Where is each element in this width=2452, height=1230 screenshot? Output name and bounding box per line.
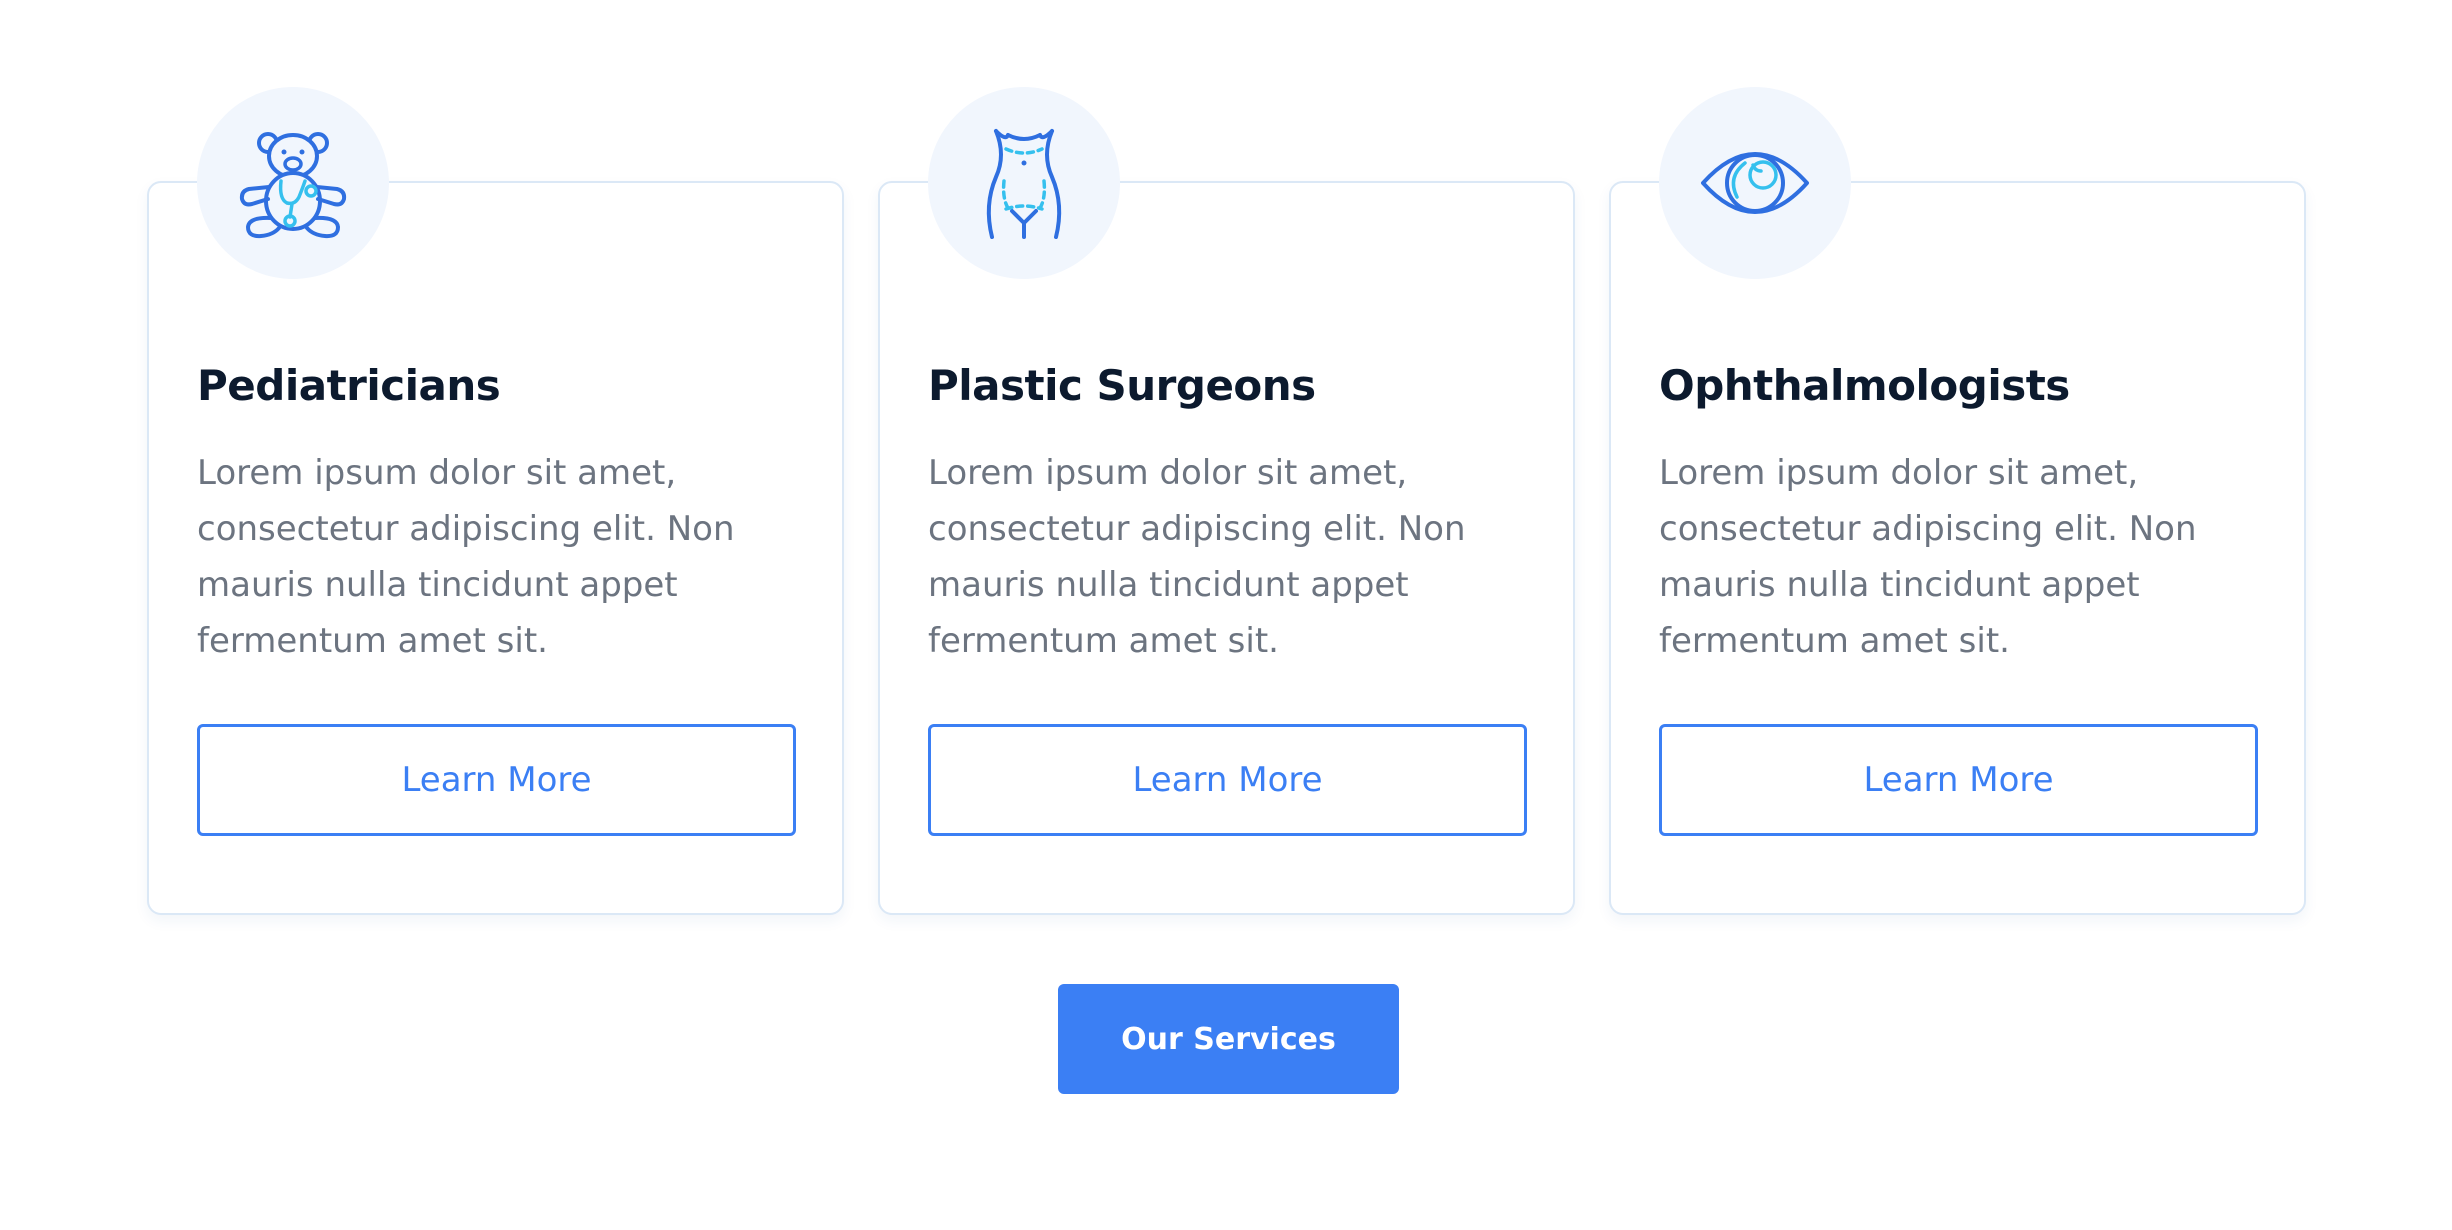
card-title: Ophthalmologists <box>1659 361 2070 410</box>
card-description: Lorem ipsum dolor sit amet, consectetur … <box>928 453 1466 661</box>
teddy-bear-stethoscope-icon <box>239 132 347 239</box>
card-plastic-surgeons: Plastic Surgeons Lorem ipsum dolor sit a… <box>878 87 1575 915</box>
card-ophthalmologists: Ophthalmologists Lorem ipsum dolor sit a… <box>1609 87 2306 915</box>
card-pediatricians: Pediatricians Lorem ipsum dolor sit amet… <box>147 87 844 915</box>
torso-surgery-icon <box>986 129 1062 239</box>
specialties-card-list: Pediatricians Lorem ipsum dolor sit amet… <box>147 87 2306 915</box>
icon-badge <box>1659 87 1851 279</box>
card-title: Plastic Surgeons <box>928 361 1316 410</box>
learn-more-button[interactable]: Learn More <box>197 724 796 836</box>
eye-icon <box>1701 152 1809 214</box>
our-services-button[interactable]: Our Services <box>1058 984 1399 1094</box>
learn-more-button[interactable]: Learn More <box>1659 724 2258 836</box>
card-description: Lorem ipsum dolor sit amet, consectetur … <box>1659 453 2197 661</box>
card-description: Lorem ipsum dolor sit amet, consectetur … <box>197 453 735 661</box>
icon-badge <box>928 87 1120 279</box>
icon-badge <box>197 87 389 279</box>
card-title: Pediatricians <box>197 361 501 410</box>
learn-more-button[interactable]: Learn More <box>928 724 1527 836</box>
